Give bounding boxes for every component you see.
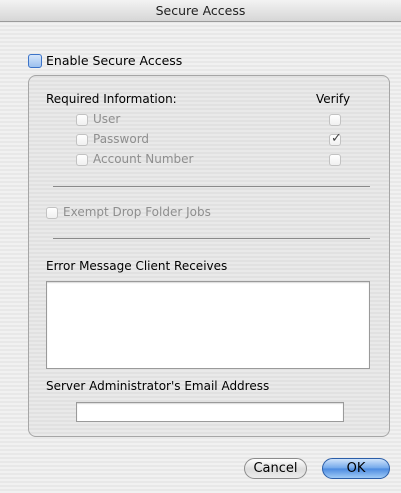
error-message-textarea[interactable] bbox=[46, 281, 370, 369]
verify-user-checkbox[interactable] bbox=[329, 114, 341, 126]
cancel-button[interactable]: Cancel bbox=[244, 458, 307, 479]
verify-password-checkbox[interactable]: ✓ bbox=[329, 131, 342, 146]
error-message-label: Error Message Client Receives bbox=[46, 259, 228, 273]
password-label: Password bbox=[93, 132, 150, 146]
verify-account-number-checkbox[interactable] bbox=[329, 154, 341, 166]
required-information-heading: Required Information: bbox=[46, 92, 177, 106]
enable-secure-access-label: Enable Secure Access bbox=[46, 53, 183, 68]
checkmark-icon: ✓ bbox=[331, 131, 342, 146]
admin-email-label: Server Administrator's Email Address bbox=[46, 379, 270, 393]
separator-bottom bbox=[53, 238, 370, 239]
verify-heading: Verify bbox=[316, 92, 351, 106]
exempt-drop-folder-checkbox[interactable] bbox=[46, 207, 58, 219]
account-number-checkbox[interactable] bbox=[76, 154, 88, 166]
exempt-drop-folder-label: Exempt Drop Folder Jobs bbox=[63, 205, 211, 219]
enable-secure-access-checkbox[interactable] bbox=[28, 54, 42, 68]
title-bar: Secure Access bbox=[0, 0, 401, 22]
password-checkbox[interactable] bbox=[76, 134, 88, 146]
user-label: User bbox=[93, 112, 121, 126]
window-title: Secure Access bbox=[155, 3, 246, 18]
ok-button[interactable]: OK bbox=[322, 458, 390, 479]
account-number-label: Account Number bbox=[93, 152, 194, 166]
user-checkbox[interactable] bbox=[76, 114, 88, 126]
admin-email-field[interactable] bbox=[76, 402, 344, 422]
separator-top bbox=[53, 186, 370, 187]
